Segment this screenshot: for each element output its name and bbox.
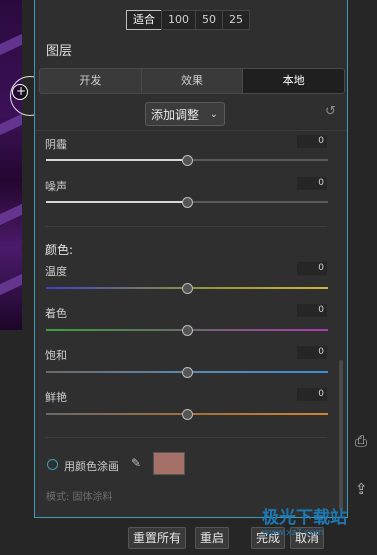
- image-canvas-left: [0, 0, 22, 330]
- vibrance-value[interactable]: 0: [297, 388, 327, 401]
- layers-title: 图层: [46, 44, 73, 59]
- share-icon[interactable]: ⇪: [355, 480, 368, 498]
- saturation-slider-thumb[interactable]: [182, 367, 193, 378]
- watermark-url: www.xz7.com: [262, 528, 324, 538]
- add-adjustment-label: 添加调整: [151, 108, 200, 122]
- haze-slider-thumb[interactable]: [182, 155, 193, 166]
- zoom-25-button[interactable]: 25: [222, 10, 250, 30]
- zoom-100-button[interactable]: 100: [161, 10, 196, 30]
- divider: [45, 226, 327, 227]
- reset-all-button[interactable]: 重置所有: [128, 527, 187, 549]
- temperature-slider-thumb[interactable]: [182, 283, 193, 294]
- restart-button[interactable]: 重启: [195, 527, 230, 549]
- crosshair-icon: +: [16, 84, 27, 98]
- tint-slider-thumb[interactable]: [182, 325, 193, 336]
- temperature-label: 温度: [45, 265, 67, 278]
- add-adjustment-dropdown[interactable]: 添加调整 ⌄: [145, 102, 225, 126]
- vibrance-label: 鲜艳: [45, 391, 67, 404]
- image-stripe: [0, 267, 22, 303]
- tint-slider[interactable]: [46, 325, 328, 336]
- color-section-title: 颜色:: [45, 243, 74, 257]
- vibrance-slider[interactable]: [46, 409, 328, 420]
- panel-scrollbar[interactable]: [339, 360, 343, 510]
- layer-tabs: 开发 效果 本地: [39, 68, 345, 94]
- zoom-bar: 适合 100 50 25: [126, 10, 250, 30]
- vibrance-slider-thumb[interactable]: [182, 409, 193, 420]
- chevron-down-icon: ⌄: [209, 109, 218, 120]
- zoom-50-button[interactable]: 50: [195, 10, 223, 30]
- haze-value[interactable]: 0: [297, 135, 327, 148]
- eyedropper-icon[interactable]: ✎: [131, 456, 141, 470]
- temperature-value[interactable]: 0: [297, 262, 327, 275]
- haze-label: 阴霾: [45, 138, 67, 151]
- watermark-logo: 极光下载站: [262, 508, 347, 528]
- noise-label: 噪声: [45, 180, 67, 193]
- undo-icon[interactable]: ↺: [325, 104, 336, 119]
- paint-mode-label: 模式: 固体涂料: [46, 492, 113, 503]
- print-icon[interactable]: ⎙: [355, 432, 367, 450]
- tint-label: 着色: [45, 307, 67, 320]
- image-stripe: [0, 197, 22, 233]
- tab-develop[interactable]: 开发: [40, 69, 142, 93]
- noise-slider-thumb[interactable]: [182, 197, 193, 208]
- tab-effects[interactable]: 效果: [142, 69, 244, 93]
- color-swatch[interactable]: [153, 452, 185, 475]
- layers-panel: 适合 100 50 25 图层 开发 效果 本地 添加调整 ⌄ ↺ 阴霾 0 噪…: [34, 0, 348, 518]
- noise-value[interactable]: 0: [297, 177, 327, 190]
- haze-slider-fill: [46, 159, 187, 161]
- saturation-value[interactable]: 0: [297, 346, 327, 359]
- noise-slider[interactable]: [46, 197, 328, 208]
- saturation-slider[interactable]: [46, 367, 328, 378]
- tab-local[interactable]: 本地: [243, 69, 344, 93]
- saturation-label: 饱和: [45, 349, 67, 362]
- paint-with-color-label: 用颜色涂画: [64, 460, 119, 473]
- haze-slider[interactable]: [46, 155, 328, 166]
- noise-slider-fill: [46, 201, 187, 203]
- tint-value[interactable]: 0: [297, 304, 327, 317]
- image-stripe: [0, 27, 22, 63]
- zoom-fit-button[interactable]: 适合: [126, 10, 162, 30]
- temperature-slider[interactable]: [46, 283, 328, 294]
- divider: [35, 130, 347, 131]
- divider: [45, 437, 327, 438]
- paint-with-color-radio[interactable]: [47, 459, 58, 470]
